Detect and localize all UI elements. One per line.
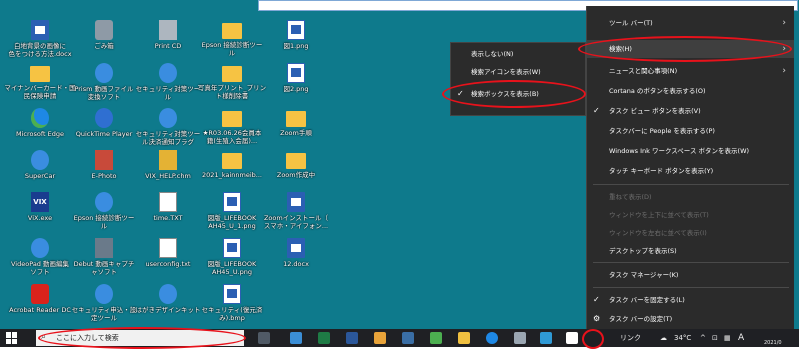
videopad-icon: [31, 238, 49, 258]
word-doc-icon: [31, 20, 49, 40]
chevron-right-icon: ›: [782, 18, 786, 28]
bmp-file-icon: [223, 284, 241, 304]
menu-item-taskbar-settings[interactable]: ⚙ タスク バーの設定(T): [587, 310, 794, 328]
menu-item-stack: ウィンドウを上下に並べて表示(T): [609, 211, 709, 219]
app-icon: [95, 192, 113, 212]
chm-file-icon: [159, 150, 177, 170]
app-icon[interactable]: [566, 332, 578, 344]
folder-icon: [222, 111, 242, 127]
menu-item-lock-taskbar[interactable]: ✓ タスク バーを固定する(L): [587, 291, 794, 309]
edge-icon: [31, 108, 49, 128]
app-icon: [159, 108, 177, 128]
clock-date[interactable]: 2021/0: [764, 337, 782, 349]
app-icon[interactable]: [430, 332, 442, 344]
desktop-icon[interactable]: Zoom作成中: [258, 150, 334, 196]
app-icon[interactable]: [540, 332, 552, 344]
menu-item-show-desktop[interactable]: デスクトップを表示(S): [587, 242, 794, 260]
desktop: 白地背景の画像に 色をつける方法.docx ごみ箱 Print CD Epson…: [0, 0, 799, 329]
menu-item-hide[interactable]: 表示しない(N): [451, 47, 585, 61]
chevron-right-icon: ›: [782, 66, 786, 76]
menu-item-touch-keyboard[interactable]: タッチ キーボード ボタンを表示(Y): [587, 162, 794, 180]
weather-icon[interactable]: ☁: [660, 332, 667, 344]
png-file-icon: [287, 63, 305, 83]
menu-item-show-search-icon[interactable]: 検索アイコンを表示(W): [451, 65, 585, 79]
menu-separator: [593, 184, 789, 185]
annotation-ellipse: [578, 36, 792, 62]
desktop-icon[interactable]: 12.docx: [258, 238, 334, 284]
folder-icon: [286, 111, 306, 127]
menu-item-side-by-side: ウィンドウを左右に並べて表示(I): [609, 229, 707, 237]
folder-icon: [222, 153, 242, 169]
menu-separator: [593, 262, 789, 263]
vix-app-icon: VIX: [31, 192, 49, 212]
folder-icon: [222, 66, 242, 82]
menu-item-windows-ink[interactable]: Windows Ink ワークスペース ボタンを表示(W): [587, 142, 794, 160]
taskbar: ⌕ ここに入力して検索 リンク ☁ 34°C ^ ⊡ ▦ A 2021/0: [0, 327, 799, 349]
desktop-icon[interactable]: Zoomインストール（ スマホ・アイフォン...: [258, 192, 334, 238]
chevron-up-icon[interactable]: ^: [700, 332, 706, 344]
menu-item-cortana[interactable]: Cortana のボタンを表示する(O): [587, 82, 794, 100]
word-icon[interactable]: [346, 332, 358, 344]
check-icon: ✓: [593, 106, 600, 115]
weather-temp[interactable]: 34°C: [674, 332, 691, 344]
desktop-icon[interactable]: 図1.png: [258, 20, 334, 66]
prism-app-icon: [95, 63, 113, 83]
annotation-ellipse: [38, 327, 246, 349]
annotation-ellipse: [442, 80, 586, 108]
app-icon: [159, 284, 177, 304]
print-cd-icon: [159, 20, 177, 40]
word-doc-icon: [287, 238, 305, 258]
quicktime-icon: [95, 108, 113, 128]
app-icon: [95, 284, 113, 304]
gear-icon: ⚙: [593, 314, 601, 323]
ime-indicator[interactable]: A: [738, 332, 744, 344]
app-icon: [31, 150, 49, 170]
acrobat-icon: [31, 284, 49, 304]
debut-app-icon: [95, 238, 113, 258]
excel-icon[interactable]: [318, 332, 330, 344]
annotation-ellipse: [582, 329, 604, 349]
network-icon[interactable]: ⊡: [712, 332, 718, 344]
menu-item-toolbars[interactable]: ツール バー(T) ›: [587, 14, 794, 32]
folder-icon: [222, 23, 242, 39]
desktop-icon[interactable]: 図2.png: [258, 63, 334, 109]
check-icon: ✓: [593, 295, 600, 304]
file-explorer-icon[interactable]: [458, 332, 470, 344]
menu-separator: [593, 287, 789, 288]
desktop-icon[interactable]: セキュリティ(復元済 み).bmp: [194, 284, 270, 329]
folder-icon: [30, 66, 50, 82]
menu-item-task-manager[interactable]: タスク マネージャー(K): [587, 266, 794, 284]
photo-app-icon: [95, 150, 113, 170]
link-toolbar-label[interactable]: リンク: [620, 332, 641, 344]
recycle-bin-icon: [95, 20, 113, 40]
png-file-icon: [287, 20, 305, 40]
menu-item-cascade: 重ねて表示(D): [609, 193, 652, 201]
outlook-icon[interactable]: [290, 332, 302, 344]
text-file-icon: [159, 192, 177, 212]
word-doc-icon: [287, 192, 305, 212]
desktop-icon[interactable]: Zoom手順: [258, 108, 334, 154]
menu-item-news-interests[interactable]: ニュースと関心事項(N) ›: [587, 62, 794, 80]
app-icon[interactable]: [374, 332, 386, 344]
edge-icon[interactable]: [486, 332, 498, 344]
png-file-icon: [223, 192, 241, 212]
app-icon[interactable]: [514, 332, 526, 344]
app-icon: [159, 63, 177, 83]
windows-start-icon[interactable]: [6, 332, 18, 344]
menu-item-people[interactable]: タスクバーに People を表示する(P): [587, 122, 794, 140]
task-view-icon[interactable]: [258, 332, 270, 344]
folder-icon: [286, 153, 306, 169]
app-icon[interactable]: [402, 332, 414, 344]
keyboard-icon[interactable]: ▦: [724, 332, 731, 344]
text-file-icon: [159, 238, 177, 258]
menu-item-task-view[interactable]: ✓ タスク ビュー ボタンを表示(V): [587, 102, 794, 120]
png-file-icon: [223, 238, 241, 258]
